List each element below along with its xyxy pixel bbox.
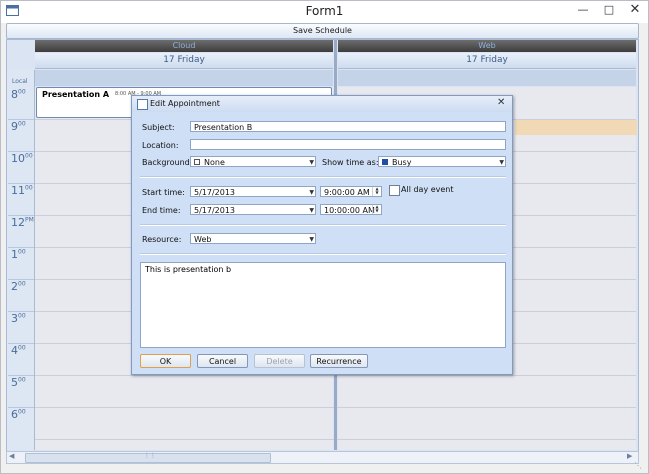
window-title: Form1 (305, 4, 344, 18)
hour-label: 300 (11, 312, 26, 325)
hour-label: 800 (11, 88, 26, 101)
scroll-left-icon[interactable]: ◀ (9, 452, 14, 460)
end-time-label: End time: (142, 206, 181, 215)
delete-button[interactable]: Delete (254, 354, 305, 368)
grip-icon: ⋮⋮ (144, 452, 156, 459)
hour-label: 1100 (11, 184, 33, 197)
hour-label: 600 (11, 408, 26, 421)
spin-arrows-icon[interactable]: ▲ ▼ (372, 205, 381, 214)
resource-header-cloud: Cloud (35, 40, 333, 52)
background-dropdown[interactable]: None ▼ (190, 156, 316, 167)
separator (140, 176, 506, 178)
chevron-down-icon: ▼ (309, 159, 314, 166)
resize-grip-icon[interactable]: ⋱ (634, 461, 642, 470)
show-time-label: Show time as: (322, 158, 379, 167)
chevron-down-icon: ▼ (309, 236, 314, 243)
resource-dropdown[interactable]: Web ▼ (190, 233, 316, 244)
close-icon[interactable]: ✕ (497, 97, 505, 108)
day-header-web[interactable]: 17 Friday (338, 53, 636, 69)
dialog-icon (137, 99, 148, 110)
description-textarea[interactable]: This is presentation b (140, 262, 506, 348)
color-swatch-icon (194, 159, 200, 165)
separator (140, 253, 506, 255)
description-text: This is presentation b (145, 265, 232, 274)
busy-color-icon (382, 159, 388, 165)
hour-label: 900 (11, 120, 26, 133)
end-time-spinner[interactable]: 10:00:00 AM ▲ ▼ (320, 204, 382, 215)
dialog-title: Edit Appointment (150, 99, 220, 108)
start-time-spinner[interactable]: 9:00:00 AM ▲ ▼ (320, 186, 382, 197)
ok-button[interactable]: OK (140, 354, 191, 368)
subject-label: Subject: (142, 123, 175, 132)
horizontal-scrollbar[interactable]: ◀ ⋮⋮ ▶ (6, 451, 639, 464)
separator (140, 224, 506, 226)
day-header-cloud[interactable]: 17 Friday (35, 53, 333, 69)
scroll-right-icon[interactable]: ▶ (627, 452, 632, 460)
chevron-down-icon: ▼ (309, 189, 314, 196)
hour-label: 500 (11, 376, 26, 389)
start-time-label: Start time: (142, 188, 185, 197)
start-date-picker[interactable]: 5/17/2013 ▼ (190, 186, 316, 197)
all-day-label: All day event (401, 185, 454, 194)
close-icon[interactable]: ✕ (622, 1, 648, 21)
subject-field[interactable]: Presentation B (190, 121, 506, 132)
all-day-area-cloud[interactable] (35, 70, 333, 86)
background-value: None (204, 158, 225, 167)
background-label: Background: (142, 158, 193, 167)
all-day-checkbox[interactable] (389, 185, 400, 196)
start-date-value: 5/17/2013 (194, 188, 236, 197)
resource-header-web: Web (338, 40, 636, 52)
timescale-label: Local (12, 78, 28, 85)
show-time-value: Busy (392, 158, 412, 167)
show-time-dropdown[interactable]: Busy ▼ (378, 156, 506, 167)
recurrence-button[interactable]: Recurrence (310, 354, 368, 368)
start-time-value: 9:00:00 AM (324, 188, 370, 197)
cancel-button[interactable]: Cancel (197, 354, 248, 368)
resource-value: Web (194, 235, 212, 244)
minimize-icon[interactable]: — (570, 1, 596, 21)
scrollbar-thumb[interactable]: ⋮⋮ (25, 452, 271, 463)
appointment-title: Presentation A (42, 90, 110, 99)
spin-arrows-icon[interactable]: ▲ ▼ (372, 187, 381, 196)
hour-label: 400 (11, 344, 26, 357)
end-time-value: 10:00:00 AM (324, 206, 375, 215)
chevron-down-icon: ▼ (309, 207, 314, 214)
chevron-down-icon: ▼ (499, 159, 504, 166)
all-day-area-web[interactable] (338, 70, 636, 86)
location-label: Location: (142, 141, 179, 150)
resource-label: Resource: (142, 235, 182, 244)
hour-label: 1000 (11, 152, 33, 165)
location-field[interactable] (190, 139, 506, 150)
end-date-value: 5/17/2013 (194, 206, 236, 215)
hour-label: 200 (11, 280, 26, 293)
save-schedule-button[interactable]: Save Schedule (6, 23, 639, 39)
end-date-picker[interactable]: 5/17/2013 ▼ (190, 204, 316, 215)
hour-label: 100 (11, 248, 26, 261)
edit-appointment-dialog: Edit Appointment ✕ Subject: Presentation… (131, 95, 513, 375)
maximize-icon[interactable]: □ (596, 1, 622, 21)
dialog-title-bar[interactable]: Edit Appointment ✕ (132, 96, 512, 112)
hour-label: 12PM (11, 216, 34, 229)
selected-timeslot[interactable] (515, 120, 637, 135)
title-bar: Form1 — □ ✕ (1, 1, 648, 23)
